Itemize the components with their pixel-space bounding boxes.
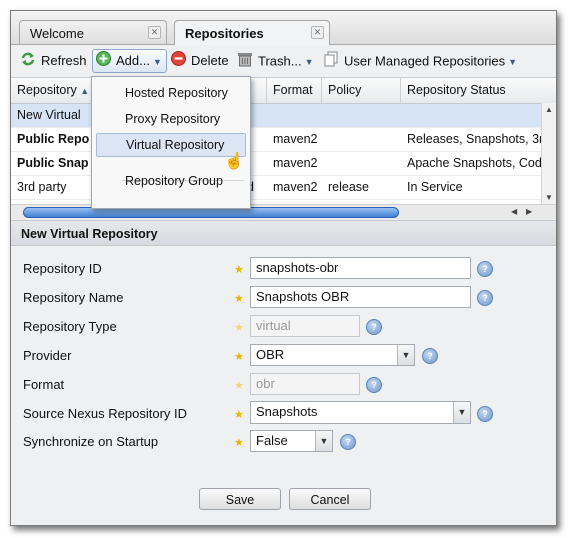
synchronize-on-startup-value: False [256,433,288,448]
repository-type-label: Repository Type [23,319,117,334]
chevron-down-icon[interactable]: ▼ [397,345,414,365]
close-icon[interactable]: ✕ [148,26,161,39]
close-icon[interactable]: ✕ [311,26,324,39]
column-header-format[interactable]: Format [267,78,322,103]
format-input: obr [250,373,360,395]
cell-format: maven2 [273,156,318,170]
trash-icon [237,51,253,73]
trash-button[interactable]: Trash... ▼ [237,51,314,71]
delete-button[interactable]: Delete [171,51,229,71]
refresh-icon [20,52,36,72]
star-icon: ★ [234,293,244,305]
repository-name-label: Repository Name [23,290,124,305]
sort-arrow-icon: ▲ [80,86,90,96]
provider-label: Provider [23,348,72,363]
star-icon: ★ [234,409,244,421]
help-icon[interactable]: ? [366,319,382,335]
add-menu: Hosted Repository Proxy Repository Virtu… [91,76,251,209]
source-repository-value: Snapshots [256,404,318,419]
cell-format: maven2 [273,132,318,146]
form-title: New Virtual Repository [11,220,556,246]
scroll-right-icon[interactable]: ▶ [526,207,532,216]
cell-format: maven2 [273,180,318,194]
help-icon[interactable]: ? [422,348,438,364]
chevron-down-icon: ▼ [152,57,162,67]
cancel-button[interactable]: Cancel [289,488,371,510]
help-icon[interactable]: ? [477,406,493,422]
cell-status: Apache Snapshots, Code [407,156,541,170]
hand-cursor-icon: ☝ [224,153,244,170]
menu-item-hosted-repository[interactable]: Hosted Repository [96,81,246,105]
source-repository-label: Source Nexus Repository ID [23,406,188,421]
user-managed-repositories-button[interactable]: User Managed Repositories ▼ [323,51,517,71]
tab-welcome[interactable]: Welcome ✕ [19,20,167,44]
provider-select[interactable]: OBR ▼ [250,344,415,366]
star-icon: ★ [234,264,244,276]
help-icon[interactable]: ? [477,290,493,306]
add-button[interactable]: Add... ▼ [92,49,167,73]
menu-item-repository-group[interactable]: Repository Group [96,169,246,193]
add-label: Add... [116,53,150,68]
scroll-up-icon[interactable]: ▲ [545,105,553,114]
repository-type-input: virtual [250,315,360,337]
repository-id-input[interactable]: snapshots-obr [250,257,471,279]
chevron-down-icon[interactable]: ▼ [453,402,470,423]
column-header-label: Policy [328,83,362,97]
help-icon[interactable]: ? [340,434,356,450]
column-header-label: Repository Status [407,83,506,97]
chevron-down-icon: ▼ [304,57,314,68]
tab-repositories-label: Repositories [185,26,264,41]
repository-name-input[interactable]: Snapshots OBR [250,286,471,308]
column-header-policy[interactable]: Policy [322,78,401,103]
chevron-down-icon: ▼ [508,57,518,68]
scroll-down-icon[interactable]: ▼ [545,193,553,202]
cell-policy: release [328,180,369,194]
star-icon: ★ [234,351,244,363]
provider-value: OBR [256,347,285,362]
help-icon[interactable]: ? [477,261,493,277]
refresh-label: Refresh [41,53,87,68]
scroll-left-icon[interactable]: ◀ [511,207,517,216]
synchronize-on-startup-label: Synchronize on Startup [23,434,159,449]
cell-status: In Service [407,180,463,194]
refresh-button[interactable]: Refresh [20,51,87,71]
star-icon: ★ [234,437,244,449]
star-icon: ★ [234,322,244,334]
column-header-label: Repository [17,83,77,97]
vertical-scrollbar[interactable]: ▲ ▼ [541,103,556,208]
toolbar: Refresh Add... ▼ Delete Trash... ▼ User Ma… [11,45,556,78]
documents-icon [323,51,339,73]
tab-bar: Welcome ✕ Repositories ✕ [11,11,556,45]
column-header-label: Format [273,83,313,97]
menu-item-proxy-repository[interactable]: Proxy Repository [96,107,246,131]
column-header-status[interactable]: Repository Status [401,78,556,103]
synchronize-on-startup-select[interactable]: False ▼ [250,430,333,452]
delete-label: Delete [191,53,229,68]
tab-repositories[interactable]: Repositories ✕ [174,20,330,45]
save-button[interactable]: Save [199,488,281,510]
star-icon: ★ [234,380,244,392]
repositories-window: Welcome ✕ Repositories ✕ Refresh Add... ▼… [10,10,557,526]
chevron-down-icon[interactable]: ▼ [315,431,332,451]
trash-label: Trash... [258,53,302,69]
cell-status: Releases, Snapshots, 3rd [407,132,541,146]
plus-circle-icon [96,50,111,73]
tab-welcome-label: Welcome [30,26,84,41]
source-repository-select[interactable]: Snapshots ▼ [250,401,471,424]
help-icon[interactable]: ? [366,377,382,393]
minus-circle-icon [171,51,186,72]
user-managed-label: User Managed Repositories [344,53,506,69]
format-label: Format [23,377,65,392]
repository-id-label: Repository ID [23,261,102,276]
